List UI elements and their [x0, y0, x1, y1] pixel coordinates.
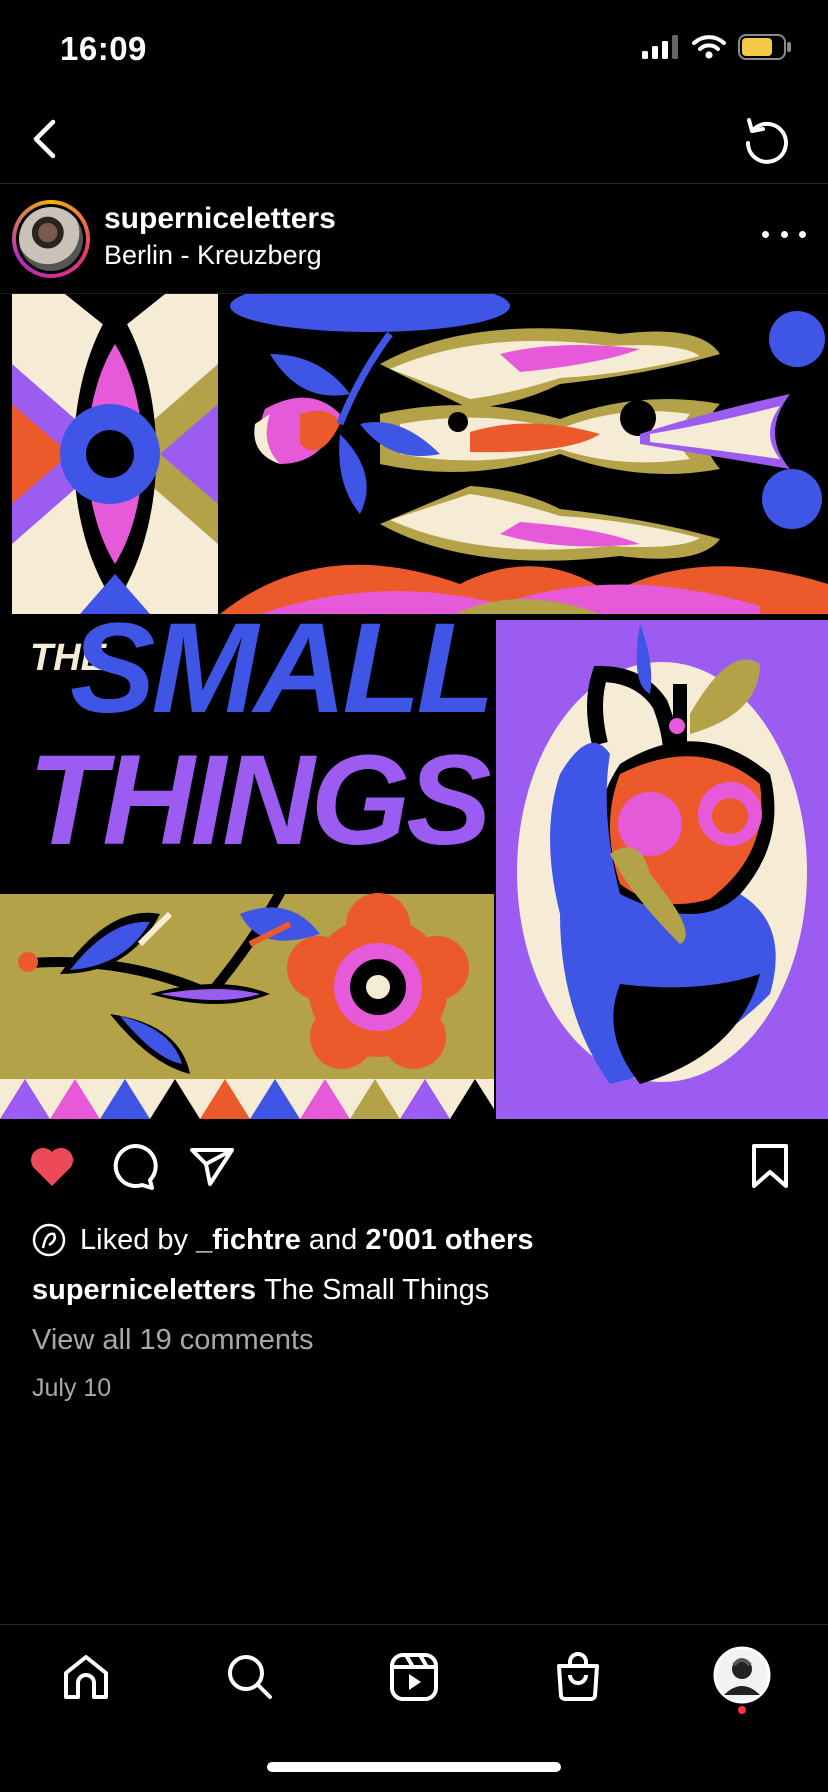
- wifi-icon: [692, 35, 726, 59]
- status-bar: 16:09: [0, 0, 828, 100]
- more-dot-icon: [799, 230, 806, 238]
- apple-hand-panel: [496, 620, 828, 1119]
- comment-icon[interactable]: [106, 1140, 158, 1192]
- post-caption: superniceletters The Small Things: [32, 1274, 489, 1307]
- likes-row[interactable]: Liked by _fichtre and 2'001 others: [32, 1220, 533, 1260]
- post-date: July 10: [32, 1374, 112, 1402]
- caption-text: The Small Things: [264, 1274, 490, 1306]
- liked-by-prefix: Liked by: [80, 1223, 189, 1256]
- post-image[interactable]: THE SMALL THINGS: [0, 294, 828, 1119]
- chevron-left-icon[interactable]: [22, 114, 72, 164]
- post-actions: [0, 1140, 828, 1200]
- cellular-signal-icon: [642, 35, 678, 59]
- status-icons: [642, 34, 792, 60]
- avatar-photo: [19, 207, 83, 271]
- liked-by-and: and: [308, 1223, 358, 1256]
- reels-icon[interactable]: [386, 1649, 442, 1705]
- battery-icon: [738, 34, 791, 60]
- status-time: 16:09: [60, 30, 147, 67]
- shop-icon[interactable]: [550, 1649, 606, 1705]
- triangle-border: [0, 1079, 494, 1119]
- profile-notification-dot: [738, 1706, 746, 1714]
- profile-avatar[interactable]: [712, 1645, 772, 1705]
- bookmark-icon[interactable]: [744, 1140, 796, 1192]
- liked-by-user[interactable]: _fichtre: [196, 1224, 301, 1257]
- birds-panel: [218, 294, 828, 614]
- search-icon[interactable]: [222, 1649, 278, 1705]
- refresh-icon[interactable]: [740, 114, 792, 166]
- caption-username[interactable]: superniceletters: [32, 1274, 256, 1306]
- artwork-text-small: SMALL: [70, 597, 491, 740]
- screen: 16:09 superniceletters Berlin - Kreuzber…: [0, 0, 828, 1792]
- home-icon[interactable]: [58, 1649, 114, 1705]
- artwork-illustration: THE SMALL THINGS: [0, 294, 828, 1119]
- liked-by-others[interactable]: 2'001 others: [365, 1224, 533, 1257]
- like-heart-icon[interactable]: [26, 1140, 78, 1192]
- more-dot-icon: [762, 230, 769, 238]
- view-comments-link[interactable]: View all 19 comments: [32, 1324, 314, 1357]
- post-header: superniceletters Berlin - Kreuzberg: [0, 194, 828, 294]
- nav-bar: [0, 100, 828, 184]
- eye-panel: [12, 294, 218, 614]
- artwork-text-things: THINGS: [28, 729, 491, 872]
- flower-panel: [0, 871, 494, 1084]
- lettering-panel: THE SMALL THINGS: [0, 597, 495, 929]
- post-username[interactable]: superniceletters: [104, 202, 336, 236]
- more-options-button[interactable]: [762, 216, 806, 252]
- post-location[interactable]: Berlin - Kreuzberg: [104, 240, 322, 271]
- more-dot-icon: [780, 230, 788, 238]
- story-avatar[interactable]: [12, 200, 90, 278]
- home-indicator: [267, 1762, 561, 1772]
- share-send-icon[interactable]: [186, 1140, 238, 1192]
- liked-by-avatar-icon: [32, 1223, 66, 1257]
